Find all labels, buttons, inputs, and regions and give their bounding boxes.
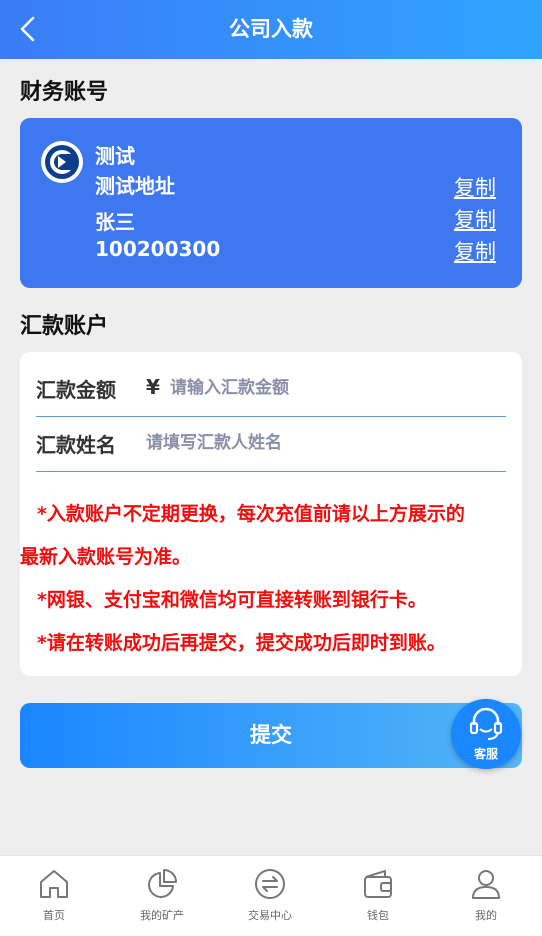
pie-chart-icon: [148, 869, 177, 898]
tab-trade-center[interactable]: 交易中心: [216, 856, 324, 936]
bank-name: 测试: [95, 144, 135, 168]
tab-trade-center-label: 交易中心: [248, 909, 292, 922]
bottom-tab-bar: 首页 我的矿产 交易中心 钱包 我的: [0, 855, 542, 936]
notice-line-1a: *入款账户不定期更换，每次充值前请以上方展示的: [37, 503, 465, 525]
tab-my-assets[interactable]: 我的矿产: [108, 856, 216, 936]
name-row: 汇款姓名: [36, 421, 506, 472]
headset-icon: [469, 707, 503, 740]
account-number: 100200300: [95, 237, 221, 261]
amount-label: 汇款金额: [36, 378, 116, 402]
home-icon: [40, 870, 68, 898]
tab-wallet[interactable]: 钱包: [324, 856, 432, 936]
exchange-icon: [255, 869, 285, 899]
notice-line-1b: 最新入款账号为准。: [20, 546, 192, 568]
copy-holder-button[interactable]: 复制: [454, 204, 496, 234]
name-label: 汇款姓名: [36, 433, 116, 457]
tab-mine-label: 我的: [475, 909, 497, 922]
top-nav-bar: 公司入款: [0, 0, 542, 59]
notice-line-2: *网银、支付宝和微信均可直接转账到银行卡。: [37, 589, 427, 611]
customer-service-button[interactable]: 客服: [451, 699, 521, 769]
bank-logo-icon: [41, 141, 83, 183]
submit-button[interactable]: 提交: [20, 703, 522, 768]
copy-address-button[interactable]: 复制: [454, 172, 496, 202]
finance-account-title: 财务账号: [20, 80, 109, 105]
copy-account-button[interactable]: 复制: [454, 236, 496, 266]
remit-account-title: 汇款账户: [20, 314, 109, 339]
page-title: 公司入款: [229, 17, 313, 41]
tab-home[interactable]: 首页: [0, 856, 108, 936]
customer-service-label: 客服: [473, 747, 498, 761]
wallet-icon: [364, 870, 392, 898]
tab-wallet-label: 钱包: [367, 909, 389, 922]
amount-row: 汇款金额 ¥: [36, 366, 506, 417]
amount-input[interactable]: [170, 378, 470, 398]
notice-line-3: *请在转账成功后再提交，提交成功后即时到账。: [37, 632, 446, 654]
account-holder: 张三: [95, 210, 135, 234]
remit-form-card: 汇款金额 ¥ 汇款姓名 *入款账户不定期更换，每次充值前请以上方展示的 最新入款…: [20, 352, 522, 676]
tab-home-label: 首页: [43, 909, 65, 922]
tab-mine[interactable]: 我的: [432, 856, 540, 936]
remitter-name-input[interactable]: [146, 433, 446, 453]
tab-my-assets-label: 我的矿产: [140, 909, 184, 922]
currency-symbol: ¥: [146, 375, 160, 399]
bank-account-card: 测试 测试地址 张三 100200300 复制 复制 复制: [20, 118, 522, 288]
bank-address: 测试地址: [95, 174, 175, 198]
user-icon: [472, 870, 500, 899]
